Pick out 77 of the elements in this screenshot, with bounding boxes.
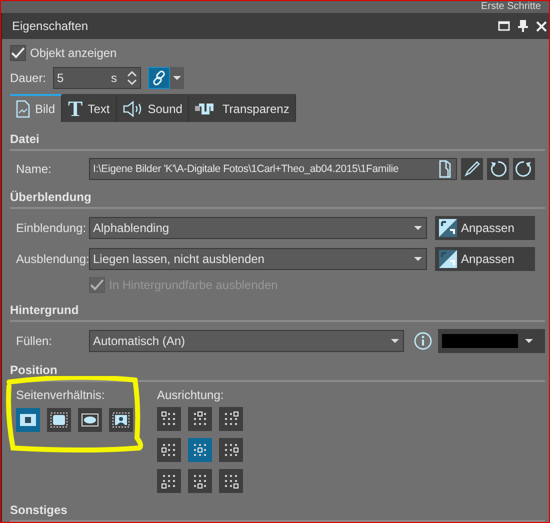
alignment-button[interactable]	[219, 407, 243, 431]
rotate-right-button[interactable]	[513, 158, 535, 180]
caret-icon	[172, 74, 182, 82]
tab[interactable]: Sound	[116, 94, 190, 122]
duration-field[interactable]: 5 s	[53, 67, 142, 89]
caret-icon	[413, 224, 423, 232]
frame-icon	[50, 411, 68, 429]
aspect-label: Seitenverhältnis:	[16, 388, 106, 402]
alignment-button[interactable]	[188, 438, 212, 462]
dot-grid-icon	[191, 472, 209, 490]
caret-icon	[413, 255, 423, 263]
caret-icon	[524, 337, 534, 345]
adjust-button[interactable]: Anpassen	[435, 247, 535, 271]
section-heading: Position	[10, 363, 545, 382]
checkbox[interactable]	[10, 45, 26, 61]
color-picker[interactable]	[438, 329, 545, 353]
aspect-button[interactable]	[16, 408, 40, 432]
tab[interactable]: Bild	[10, 94, 62, 122]
frame-icon	[19, 411, 37, 429]
dot-grid-icon	[191, 441, 209, 459]
alignment-button[interactable]	[219, 469, 243, 493]
section-heading: Hintergrund	[10, 303, 545, 322]
section-heading: Überblendung	[10, 190, 545, 209]
dot-grid-icon	[191, 410, 209, 428]
dropdown[interactable]: Liegen lassen, nicht ausblenden	[89, 248, 427, 270]
field-label: Name:	[16, 162, 52, 176]
dot-grid-icon	[160, 472, 178, 490]
adjust-button[interactable]: Anpassen	[435, 216, 535, 240]
field-label: Füllen:	[16, 334, 54, 348]
frame-icon	[112, 411, 130, 429]
frame-icon	[81, 411, 99, 429]
dot-grid-icon	[160, 410, 178, 428]
alignment-button[interactable]	[157, 469, 181, 493]
maximize-icon[interactable]	[498, 21, 510, 31]
dot-grid-icon	[222, 441, 240, 459]
alignment-button[interactable]	[157, 438, 181, 462]
edit-button[interactable]	[461, 158, 483, 180]
spin-arrows-icon	[127, 70, 138, 86]
transition-icon	[439, 250, 457, 268]
speaker-icon	[122, 101, 143, 117]
dot-grid-icon	[222, 410, 240, 428]
transition-icon	[439, 219, 457, 237]
field-label: Ausblendung:	[16, 252, 89, 266]
duration-label: Dauer:	[10, 71, 46, 85]
pin-icon[interactable]	[518, 20, 528, 32]
dropdown[interactable]: Alphablending	[89, 217, 427, 239]
tab[interactable]: Transparenz	[189, 94, 296, 122]
aspect-button[interactable]	[109, 408, 133, 432]
rotate-left-button[interactable]	[487, 158, 509, 180]
aspect-button[interactable]	[47, 408, 71, 432]
caret-icon	[390, 337, 400, 345]
section-heading: Datei	[10, 132, 545, 151]
link-button[interactable]	[148, 67, 170, 89]
section-heading: Sonstiges	[10, 503, 545, 522]
folder-icon	[439, 160, 453, 178]
tab[interactable]: T Text	[62, 94, 117, 122]
text-icon: T	[68, 99, 83, 119]
panel-title: Eigenschaften	[12, 19, 90, 33]
alignment-button[interactable]	[188, 407, 212, 431]
dropdown[interactable]: Automatisch (An)	[89, 330, 404, 352]
image-icon	[16, 100, 30, 118]
alignment-button[interactable]	[157, 407, 181, 431]
alignment-button[interactable]	[219, 438, 243, 462]
alignment-label: Ausrichtung:	[157, 388, 225, 402]
close-icon[interactable]	[536, 20, 547, 32]
name-field[interactable]: I:\Eigene Bilder 'K'\A-Digitale Fotos\1Carl+Theo_ab04.2015\1Familie	[89, 158, 457, 180]
rotate-left-icon	[489, 160, 507, 178]
info-icon[interactable]	[414, 332, 432, 350]
checkbox-label: Objekt anzeigen	[30, 46, 117, 60]
alignment-button[interactable]	[188, 469, 212, 493]
tab-title[interactable]: Erste Schritte	[480, 1, 541, 13]
aspect-button[interactable]	[78, 408, 102, 432]
pencil-icon	[464, 161, 480, 177]
dot-grid-icon	[160, 441, 178, 459]
field-label: Einblendung:	[16, 221, 88, 235]
rotate-right-icon	[515, 160, 533, 178]
dot-grid-icon	[222, 472, 240, 490]
